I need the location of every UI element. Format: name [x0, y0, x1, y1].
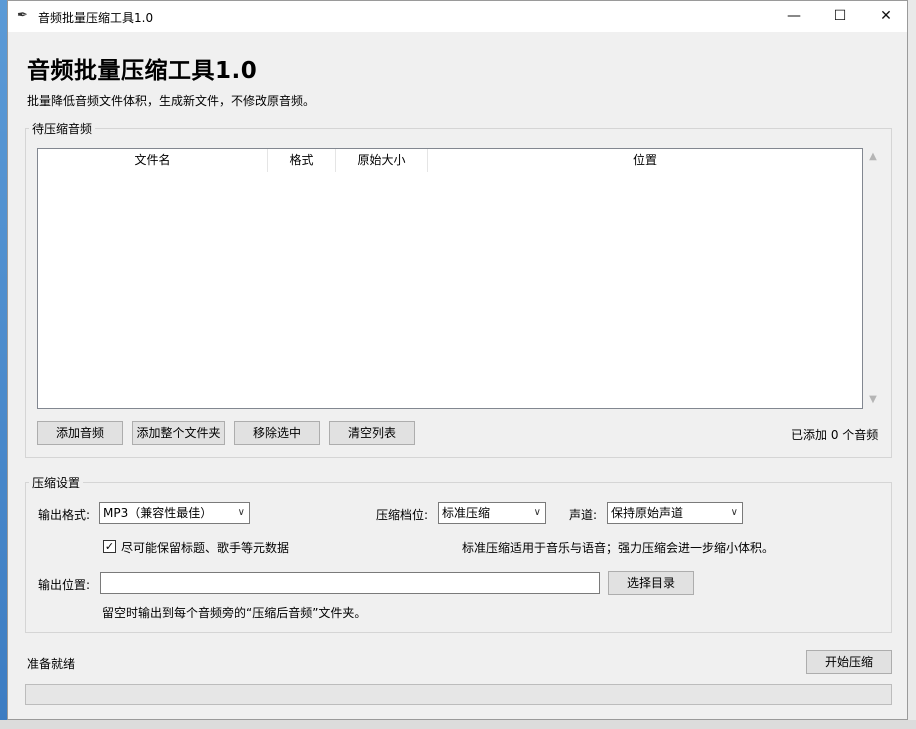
channel-select-value: 保持原始声道 [611, 506, 684, 520]
scroll-up-icon[interactable]: ▲ [865, 151, 881, 162]
page-title: 音频批量压缩工具1.0 [27, 58, 258, 84]
level-select-value: 标准压缩 [442, 506, 491, 520]
start-compress-button[interactable]: 开始压缩 [806, 650, 892, 674]
audio-file-table[interactable]: 文件名 格式 原始大小 位置 [37, 148, 863, 409]
keep-metadata-checkbox[interactable]: ✓ [103, 540, 116, 553]
scroll-down-icon[interactable]: ▼ [865, 394, 881, 405]
chevron-down-icon: ∨ [237, 507, 245, 518]
app-window: ✒ 音频批量压缩工具1.0 — ☐ ✕ 音频批量压缩工具1.0 批量降低音频文件… [7, 0, 908, 720]
chevron-down-icon: ∨ [730, 507, 738, 518]
column-header-format[interactable]: 格式 [268, 149, 336, 172]
add-audio-button[interactable]: 添加音频 [37, 421, 123, 445]
settings-group-label: 压缩设置 [29, 474, 84, 491]
window-title: 音频批量压缩工具1.0 [38, 11, 154, 25]
level-label: 压缩档位: [376, 508, 429, 522]
channel-label: 声道: [569, 508, 598, 522]
desktop-background-bottom [0, 720, 916, 729]
title-bar[interactable]: ✒ 音频批量压缩工具1.0 — ☐ ✕ [8, 1, 907, 32]
chevron-down-icon: ∨ [533, 507, 541, 518]
format-select[interactable]: MP3（兼容性最佳） ∨ [99, 502, 250, 524]
remove-selected-button[interactable]: 移除选中 [234, 421, 320, 445]
add-folder-button[interactable]: 添加整个文件夹 [132, 421, 225, 445]
queue-group-label: 待压缩音频 [29, 120, 96, 137]
output-hint: 留空时输出到每个音频旁的“压缩后音频”文件夹。 [102, 606, 367, 620]
format-label: 输出格式: [38, 508, 91, 522]
feather-icon: ✒ [17, 8, 28, 23]
close-button[interactable]: ✕ [863, 1, 909, 32]
file-count-label: 已添加 0 个音频 [791, 428, 879, 442]
page-subtitle: 批量降低音频文件体积，生成新文件，不修改原音频。 [27, 94, 316, 108]
column-header-location[interactable]: 位置 [428, 149, 862, 172]
column-header-size[interactable]: 原始大小 [336, 149, 428, 172]
table-scrollbar[interactable]: ▲ ▼ [865, 148, 881, 409]
progress-bar [25, 684, 892, 705]
column-header-filename[interactable]: 文件名 [38, 149, 268, 172]
channel-select[interactable]: 保持原始声道 ∨ [607, 502, 743, 524]
choose-directory-button[interactable]: 选择目录 [608, 571, 694, 595]
level-hint: 标准压缩适用于音乐与语音；强力压缩会进一步缩小体积。 [462, 541, 775, 555]
level-select[interactable]: 标准压缩 ∨ [438, 502, 546, 524]
status-text: 准备就绪 [27, 657, 76, 671]
format-select-value: MP3（兼容性最佳） [103, 506, 213, 520]
clear-list-button[interactable]: 清空列表 [329, 421, 415, 445]
output-label: 输出位置: [38, 578, 91, 592]
maximize-button[interactable]: ☐ [817, 1, 863, 32]
minimize-button[interactable]: — [771, 1, 817, 32]
keep-metadata-label[interactable]: 尽可能保留标题、歌手等元数据 [121, 539, 289, 556]
desktop-background-right [908, 0, 916, 729]
output-path-input[interactable] [100, 572, 600, 594]
